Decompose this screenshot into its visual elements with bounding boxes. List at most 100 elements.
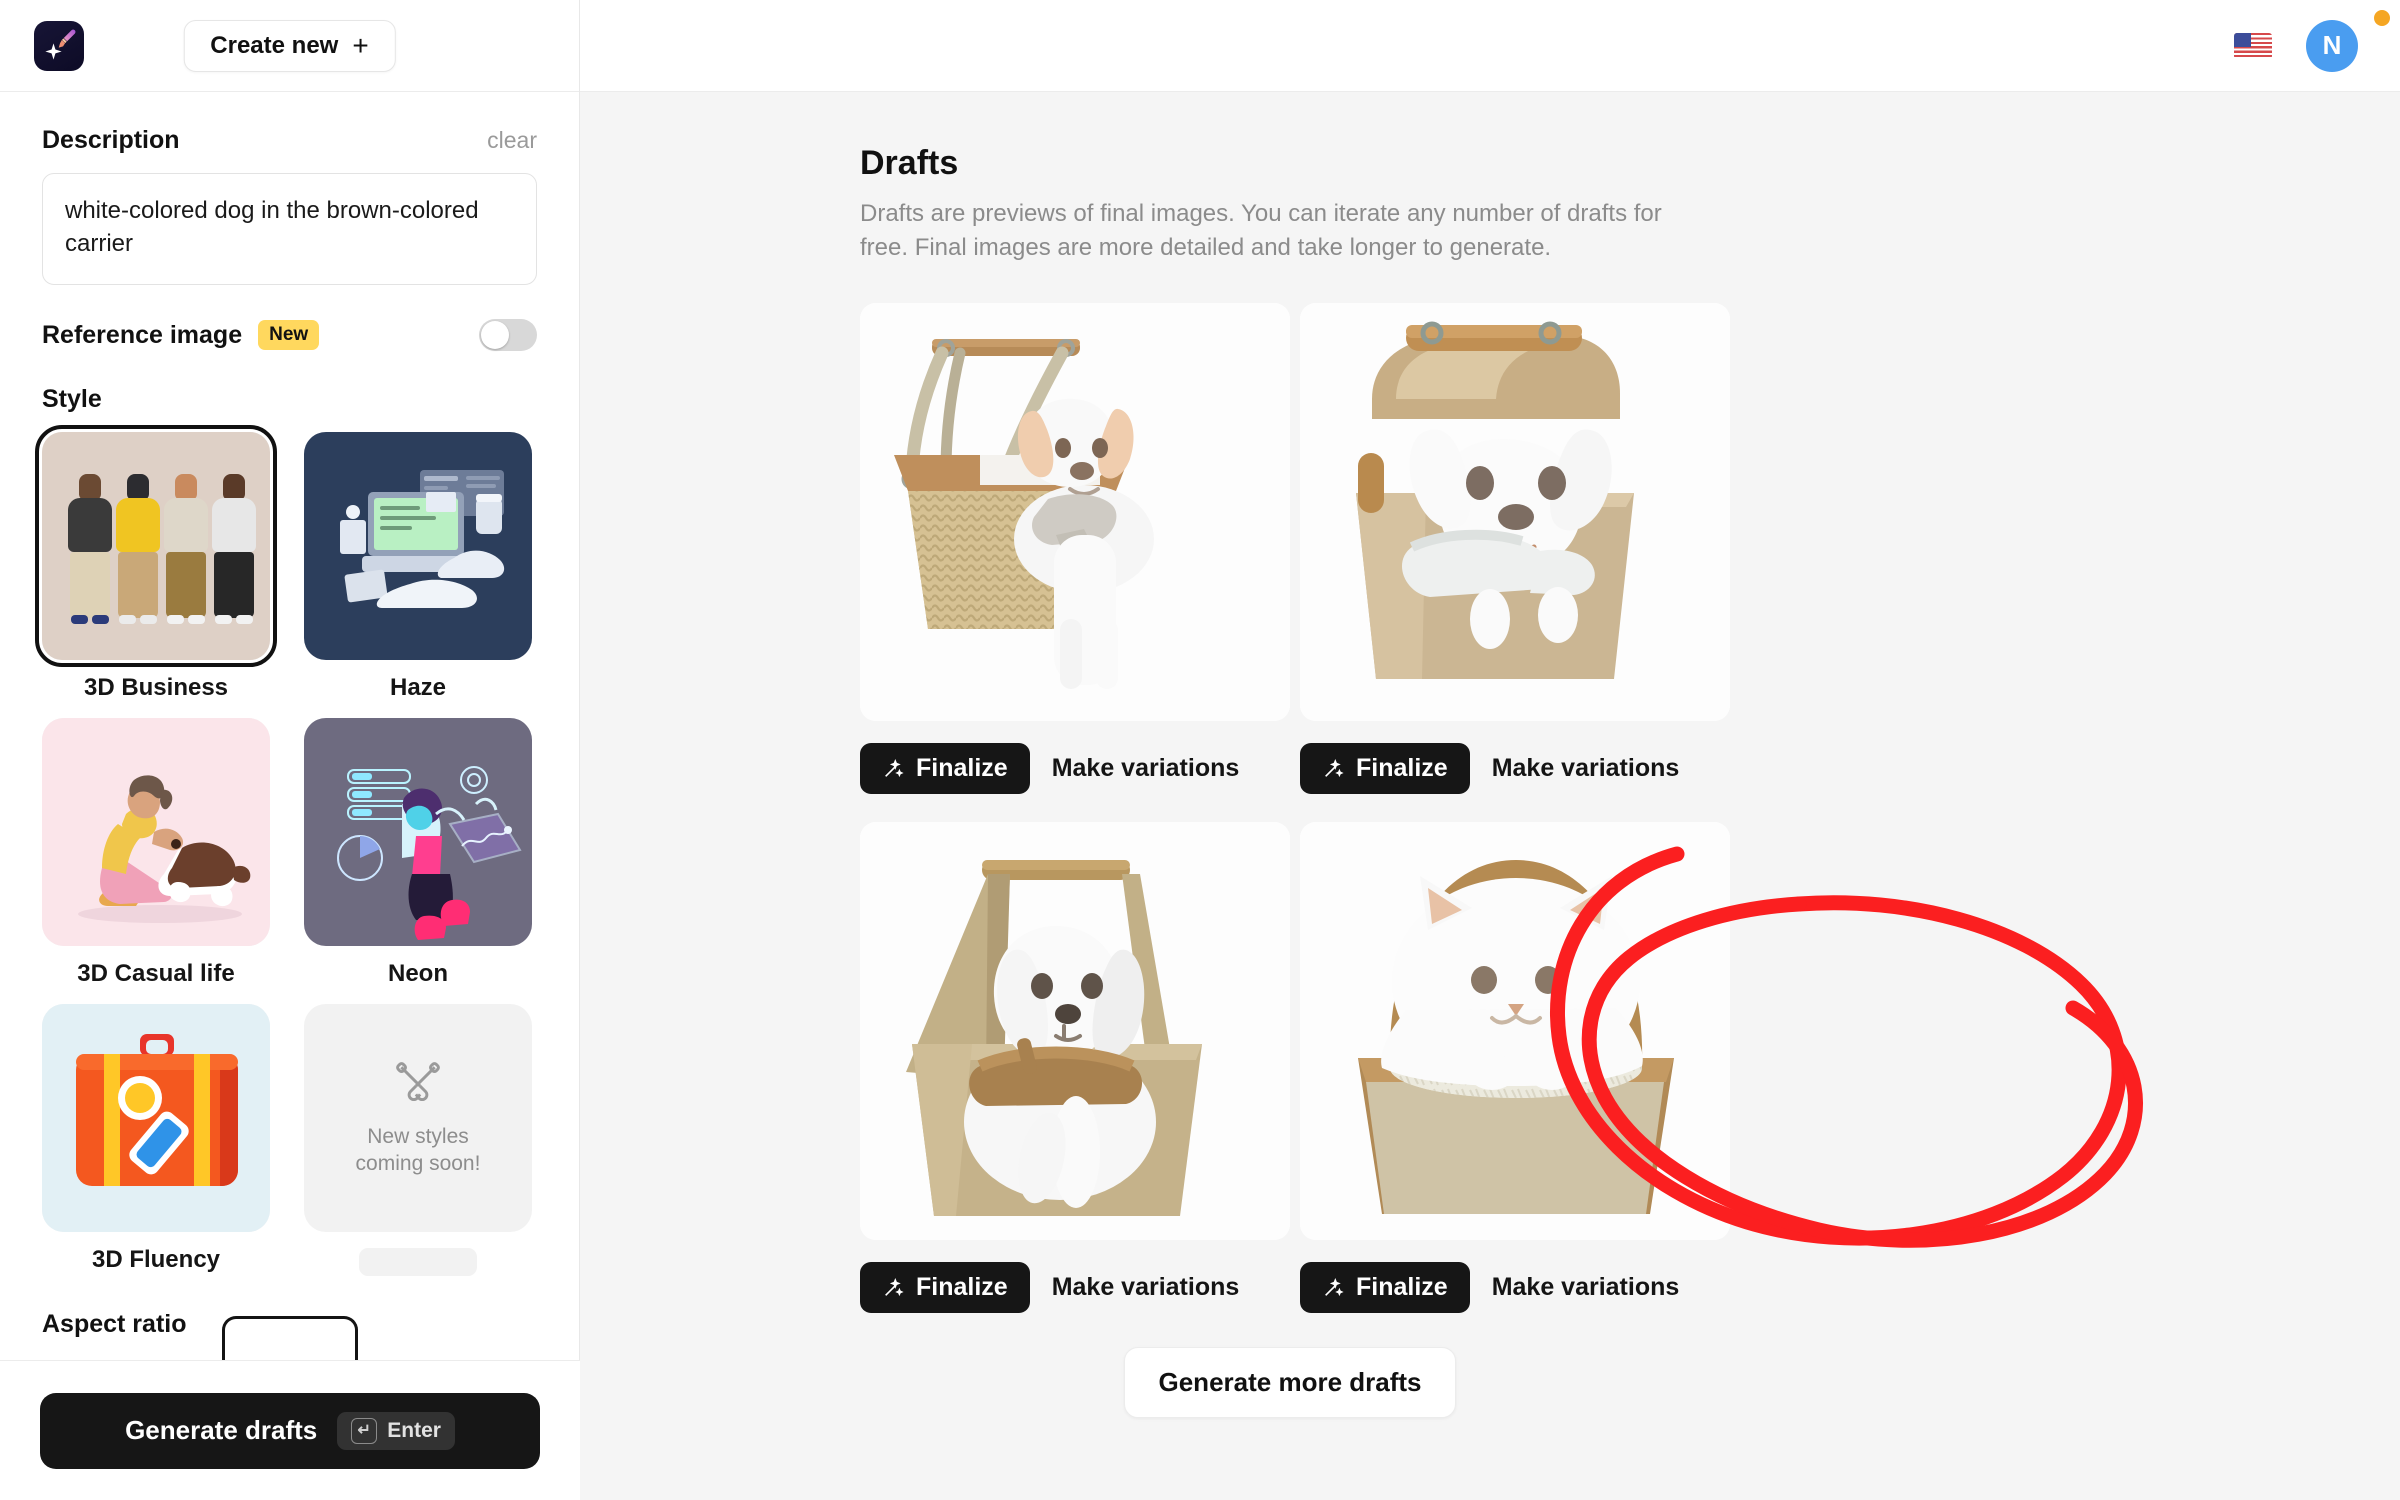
style-option-3d-business[interactable]: 3D Business <box>35 425 277 702</box>
casual-life-illustration <box>78 775 251 923</box>
avatar-initial: N <box>2322 30 2342 60</box>
make-variations-button-2[interactable]: Make variations <box>1492 754 1680 783</box>
create-new-label: Create new <box>210 31 339 59</box>
finalize-label-1: Finalize <box>916 754 1008 783</box>
drafts-panel: Drafts Drafts are previews of final imag… <box>580 92 2400 1419</box>
draft-card-3: Finalize Make variations <box>860 822 1290 1341</box>
make-variations-button-1[interactable]: Make variations <box>1052 754 1240 783</box>
style-art-3d-casual-life <box>42 718 270 946</box>
page-subtitle: Drafts are previews of final images. You… <box>860 200 1662 262</box>
magic-wand-icon <box>885 1277 904 1296</box>
draft-card-4: Finalize Make variations <box>1300 822 1730 1341</box>
style-section-label: Style <box>42 385 102 413</box>
finalize-button-4[interactable]: Finalize <box>1300 1262 1470 1314</box>
generate-more-wrap: Generate more drafts <box>860 1347 1720 1419</box>
top-bar: N <box>580 0 2400 92</box>
coming-soon-thumb: New styles coming soon! <box>304 1004 532 1232</box>
draft-image-1[interactable] <box>860 303 1290 722</box>
style-option-3d-fluency[interactable]: 3D Fluency <box>42 1004 270 1276</box>
style-option-neon[interactable]: Neon <box>304 718 532 988</box>
draft-image-3[interactable] <box>860 822 1290 1241</box>
style-art-3d-fluency <box>42 1004 270 1232</box>
style-option-3d-casual-life[interactable]: 3D Casual life <box>42 718 270 988</box>
enter-shortcut-label: Enter <box>387 1418 441 1442</box>
create-new-button[interactable]: Create new + <box>183 19 396 72</box>
style-thumb-3d-business[interactable] <box>35 425 277 667</box>
draft-image-4[interactable] <box>1300 822 1730 1241</box>
style-thumb-neon[interactable] <box>304 718 532 946</box>
sidebar-footer: Generate drafts ↵ Enter <box>0 1360 580 1500</box>
draft-art-dog-in-woven-basket <box>860 303 1290 722</box>
draft-actions-2: Finalize Make variations <box>1300 721 1730 822</box>
neon-illustration <box>337 766 522 940</box>
reference-image-row: Reference image New <box>42 319 537 351</box>
crossed-brushes-icon <box>396 1061 440 1101</box>
drafts-content: Drafts Drafts are previews of final imag… <box>860 144 1730 1419</box>
draft-card-2: Finalize Make variations <box>1300 303 1730 822</box>
enter-shortcut-hint: ↵ Enter <box>337 1411 455 1450</box>
generate-drafts-button[interactable]: Generate drafts ↵ Enter <box>40 1392 540 1469</box>
style-art-3d-business <box>42 432 270 660</box>
reference-image-toggle[interactable] <box>479 319 537 351</box>
finalize-label-2: Finalize <box>1356 754 1448 783</box>
magic-wand-icon <box>1325 758 1344 777</box>
sidebar: Create new + Description clear white-col… <box>0 0 580 1500</box>
style-thumb-haze[interactable] <box>304 432 532 660</box>
style-label-haze: Haze <box>389 674 447 701</box>
magic-wand-icon <box>885 758 904 777</box>
style-grid: 3D Business Haze 3D Casual life Neon 3D … <box>35 425 537 1276</box>
app-root: Create new + Description clear white-col… <box>0 0 2400 1500</box>
finalize-label-4: Finalize <box>1356 1273 1448 1302</box>
draft-art-fluffy-cat-in-basket <box>1300 822 1730 1241</box>
finalize-button-3[interactable]: Finalize <box>860 1262 1030 1314</box>
style-thumb-3d-casual-life[interactable] <box>42 718 270 946</box>
style-label-3d-casual-life: 3D Casual life <box>77 960 235 987</box>
style-option-haze[interactable]: Haze <box>304 432 532 702</box>
style-label-3d-business: 3D Business <box>83 674 229 701</box>
draft-image-2[interactable] <box>1300 303 1730 722</box>
draft-actions-4: Finalize Make variations <box>1300 1240 1730 1341</box>
coming-soon-line2: coming soon! <box>355 1152 481 1175</box>
finalize-button-1[interactable]: Finalize <box>860 743 1030 795</box>
make-variations-button-3[interactable]: Make variations <box>1052 1273 1240 1302</box>
draft-art-puppy-in-box-carrier <box>1300 303 1730 722</box>
finalize-button-2[interactable]: Finalize <box>1300 743 1470 795</box>
style-option-coming-soon: New styles coming soon! <box>304 1004 532 1276</box>
coming-soon-line1: New styles <box>367 1124 469 1148</box>
finalize-label-3: Finalize <box>916 1273 1008 1302</box>
clear-description-button[interactable]: clear <box>487 127 537 154</box>
new-badge: New <box>258 320 320 350</box>
page-title: Drafts <box>860 144 959 182</box>
draft-art-puppy-with-collar-in-basket <box>860 822 1290 1241</box>
aspect-ratio-option-selected[interactable] <box>221 1316 358 1362</box>
draft-actions-1: Finalize Make variations <box>860 721 1290 822</box>
style-art-neon <box>304 718 532 946</box>
main-area: N Drafts Drafts are previews of final im… <box>580 0 2400 1500</box>
haze-illustration <box>340 470 505 608</box>
sparkle-icon <box>45 42 62 60</box>
avatar[interactable]: N <box>2306 19 2358 72</box>
magic-wand-icon <box>1325 1277 1344 1296</box>
description-label: Description <box>42 126 180 154</box>
sidebar-content: Description clear white-colored dog in t… <box>0 92 579 1360</box>
description-input[interactable]: white-colored dog in the brown-colored c… <box>42 173 537 285</box>
draft-actions-3: Finalize Make variations <box>860 1240 1290 1341</box>
flag-canton <box>2234 32 2251 47</box>
toggle-knob <box>481 321 509 349</box>
description-header: Description clear <box>42 126 537 155</box>
enter-key-icon: ↵ <box>351 1417 378 1444</box>
generate-drafts-label: Generate drafts <box>125 1415 318 1445</box>
sidebar-header: Create new + <box>0 0 579 92</box>
coming-soon-placeholder <box>359 1248 477 1276</box>
sparkle-paintbrush-logo-icon[interactable] <box>34 20 84 71</box>
style-art-haze <box>304 432 532 660</box>
style-thumb-3d-fluency[interactable] <box>42 1004 270 1232</box>
style-label-3d-fluency: 3D Fluency <box>91 1246 221 1273</box>
us-flag-icon[interactable] <box>2234 32 2272 59</box>
suitcase-illustration <box>76 1034 238 1186</box>
draft-card-1: Finalize Make variations <box>860 303 1290 822</box>
generate-more-drafts-button[interactable]: Generate more drafts <box>1123 1347 1457 1419</box>
make-variations-button-4[interactable]: Make variations <box>1492 1273 1680 1302</box>
drafts-grid: Finalize Make variations Finalize Make v… <box>860 303 1730 1341</box>
style-label-neon: Neon <box>388 960 448 987</box>
